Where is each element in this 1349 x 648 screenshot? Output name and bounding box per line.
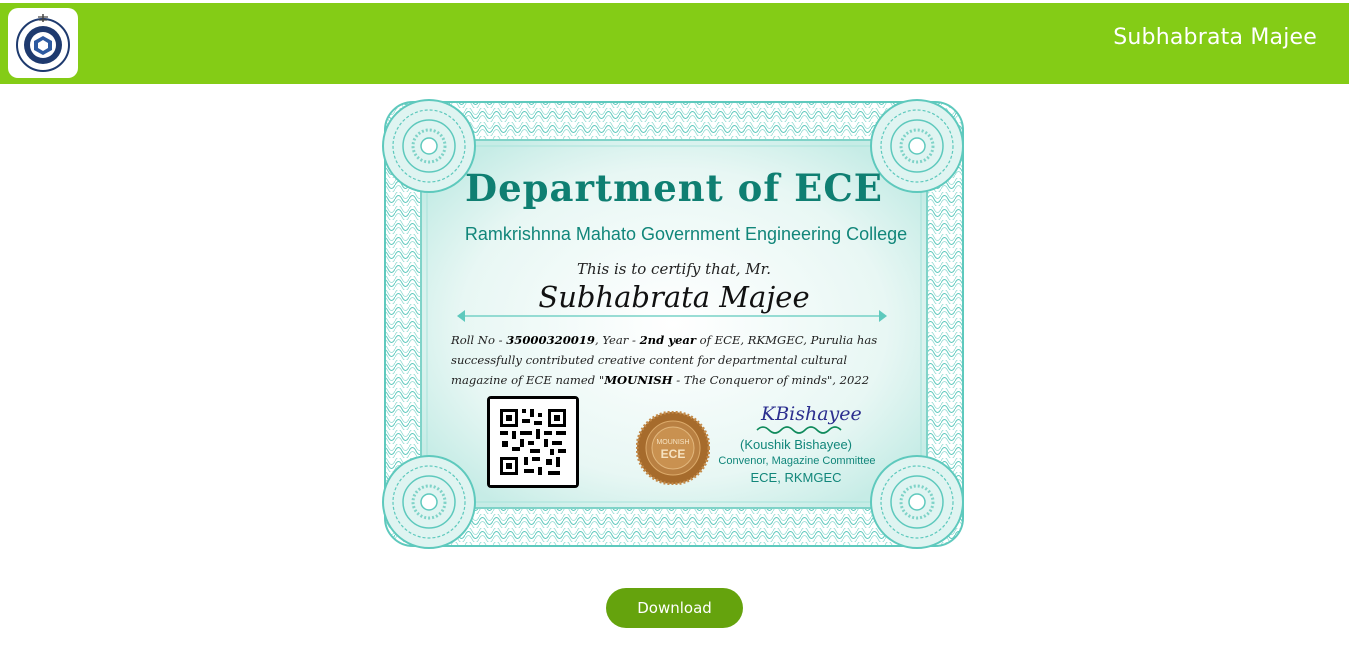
certificate-body: Roll No - 35000320019, Year - 2nd year o… (451, 330, 901, 390)
rosette-bottom-left (382, 455, 476, 549)
signatory-role: Convenor, Magazine Committee (718, 455, 876, 467)
download-button[interactable]: Download (606, 588, 743, 628)
top-navbar: Subhabrata Majee (0, 3, 1349, 84)
roll-number: 35000320019 (506, 333, 595, 347)
roll-prefix: Roll No - (451, 333, 507, 347)
certify-line: This is to certify that, Mr. (577, 260, 771, 278)
body-tail: - The Conqueror of minds", 2022 (672, 373, 870, 387)
user-name: Subhabrata Majee (1113, 25, 1317, 50)
qr-code[interactable] (487, 396, 579, 488)
recipient-name: Subhabrata Majee (538, 280, 810, 314)
seal-top-text: MOUNISH (656, 439, 689, 446)
seal-main-text: ECE (661, 447, 686, 461)
certificate: Department of ECE Ramkrishnna Mahato Gov… (381, 94, 967, 554)
year-value: 2nd year (639, 333, 696, 347)
year-prefix: , Year - (594, 333, 640, 347)
signature-script: KBishayee (760, 403, 862, 425)
college-emblem-icon (16, 14, 70, 72)
college-logo[interactable] (8, 8, 78, 78)
magazine-name: MOUNISH (604, 373, 673, 387)
qr-code-icon (490, 399, 576, 485)
signatory-dept: ECE, RKMGEC (750, 470, 842, 485)
signatory-name: (Koushik Bishayee) (740, 437, 852, 452)
department-title: Department of ECE (465, 166, 883, 210)
college-name: Ramkrishnna Mahato Government Engineerin… (464, 224, 908, 244)
